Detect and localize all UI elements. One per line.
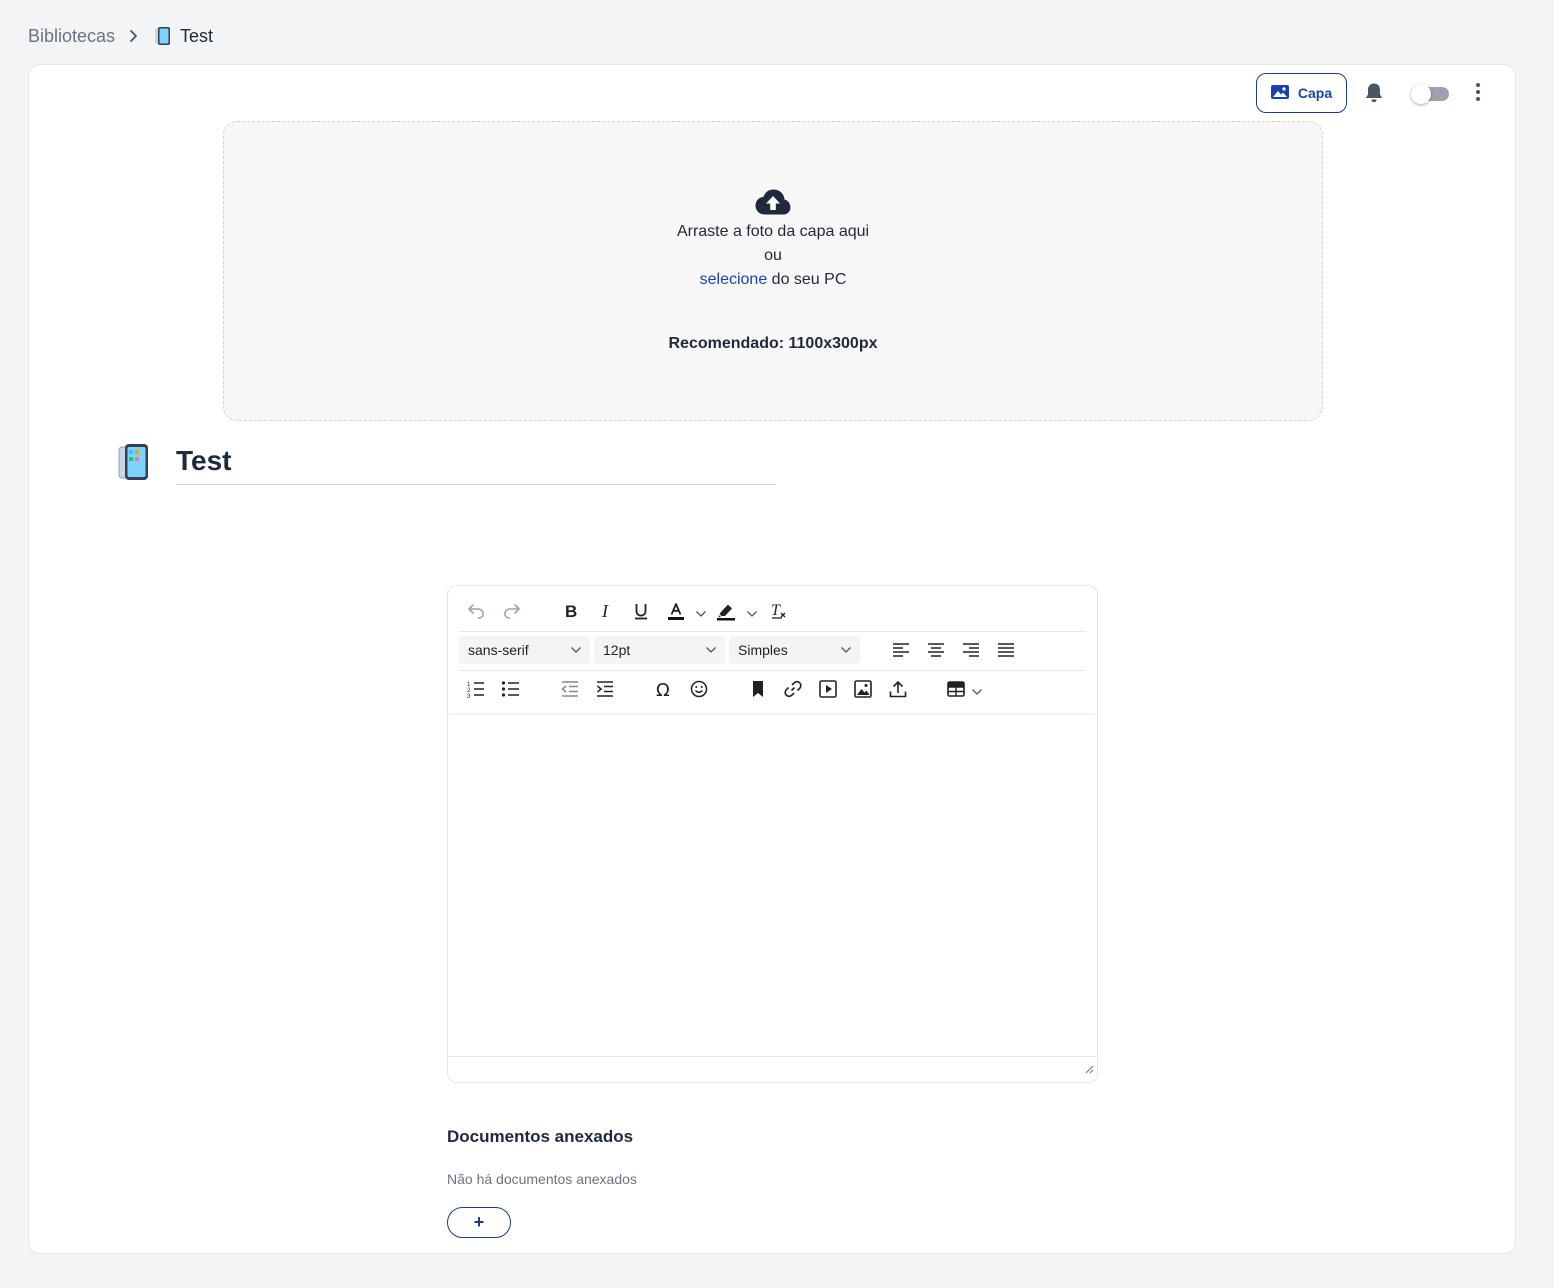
toggle-knob bbox=[1411, 84, 1431, 104]
dropzone-instruction: Arraste a foto da capa aqui bbox=[676, 223, 870, 240]
mobile-phone-icon[interactable] bbox=[117, 443, 151, 486]
breadcrumb: Bibliotecas Test bbox=[28, 24, 213, 48]
toolbar-row-2: sans-serif 12pt Simples bbox=[459, 631, 1086, 670]
indent-icon[interactable] bbox=[591, 675, 619, 703]
emoji-icon[interactable] bbox=[685, 675, 713, 703]
svg-text:I: I bbox=[601, 601, 609, 621]
bullet-list-icon[interactable] bbox=[497, 675, 525, 703]
highlight-color-icon[interactable] bbox=[712, 597, 740, 625]
font-family-value: sans-serif bbox=[468, 642, 529, 658]
dropzone-select-rest: do seu PC bbox=[767, 271, 847, 288]
breadcrumb-bibliotecas-link[interactable]: Bibliotecas bbox=[28, 26, 115, 47]
chevron-down-icon[interactable] bbox=[695, 605, 707, 623]
add-attachment-button[interactable]: + bbox=[447, 1207, 511, 1238]
font-size-value: 12pt bbox=[603, 642, 631, 658]
breadcrumb-current: Test bbox=[180, 25, 214, 46]
italic-icon[interactable]: I bbox=[592, 597, 620, 625]
line-spacing-value: Simples bbox=[738, 642, 788, 658]
redo-icon[interactable] bbox=[498, 597, 526, 625]
page-title-input[interactable] bbox=[176, 439, 776, 477]
image-icon[interactable] bbox=[849, 675, 877, 703]
editor-toolbar: B I T sans-serif 12pt Simples 1 2 3 Ω bbox=[448, 586, 1097, 713]
outdent-icon[interactable] bbox=[556, 675, 584, 703]
toggle-switch[interactable] bbox=[1411, 82, 1449, 104]
bold-icon[interactable]: B bbox=[557, 597, 585, 625]
dropzone-recommended: Recomendado: 1100x300px bbox=[668, 335, 878, 352]
cover-button[interactable]: Capa bbox=[1256, 73, 1347, 113]
cover-button-label: Capa bbox=[1297, 85, 1333, 101]
attachments-title: Documentos anexados bbox=[447, 1127, 634, 1146]
media-icon[interactable] bbox=[814, 675, 842, 703]
chevron-down-icon bbox=[570, 643, 582, 660]
align-left-icon[interactable] bbox=[887, 636, 915, 664]
numbered-list-icon[interactable]: 123 bbox=[462, 675, 490, 703]
text-color-icon[interactable] bbox=[662, 597, 690, 625]
svg-text:Ω: Ω bbox=[656, 680, 670, 699]
align-right-icon[interactable] bbox=[957, 636, 985, 664]
toolbar-row-1: B I T bbox=[459, 591, 1086, 629]
mobile-phone-icon bbox=[154, 26, 172, 46]
resize-handle-icon[interactable] bbox=[1084, 1061, 1094, 1079]
image-icon bbox=[1270, 84, 1289, 102]
attachments-empty-text: Não há documentos anexados bbox=[447, 1171, 637, 1187]
upload-icon[interactable] bbox=[884, 675, 912, 703]
cloud-upload-icon bbox=[754, 188, 792, 221]
bell-icon[interactable] bbox=[1364, 82, 1384, 109]
font-size-select[interactable]: 12pt bbox=[594, 636, 725, 664]
table-icon[interactable] bbox=[942, 675, 970, 703]
dropzone-select-line: selecione do seu PC bbox=[224, 271, 1322, 289]
chevron-down-icon[interactable] bbox=[746, 605, 758, 623]
rich-text-editor: B I T sans-serif 12pt Simples 1 2 3 Ω bbox=[447, 585, 1098, 1083]
chevron-right-icon bbox=[129, 29, 139, 43]
line-spacing-select[interactable]: Simples bbox=[729, 636, 860, 664]
editor-content-area[interactable] bbox=[448, 713, 1097, 1057]
align-justify-icon[interactable] bbox=[992, 636, 1020, 664]
svg-text:T: T bbox=[771, 602, 781, 619]
underline-icon[interactable] bbox=[627, 597, 655, 625]
page-card: Capa Arraste a foto da capa aqui ou sele… bbox=[28, 64, 1516, 1254]
vertical-ellipsis-icon[interactable] bbox=[1471, 82, 1485, 107]
undo-icon[interactable] bbox=[462, 597, 490, 625]
link-icon[interactable] bbox=[779, 675, 807, 703]
chevron-down-icon[interactable] bbox=[971, 683, 983, 701]
dropzone-or: ou bbox=[764, 247, 782, 264]
bookmark-icon[interactable] bbox=[744, 675, 772, 703]
editor-statusbar bbox=[448, 1056, 1097, 1082]
svg-text:B: B bbox=[565, 602, 577, 621]
svg-text:3: 3 bbox=[467, 694, 471, 699]
chevron-down-icon bbox=[705, 643, 717, 660]
align-center-icon[interactable] bbox=[922, 636, 950, 664]
font-family-select[interactable]: sans-serif bbox=[459, 636, 590, 664]
chevron-down-icon bbox=[840, 643, 852, 660]
cover-dropzone[interactable]: Arraste a foto da capa aqui ou selecione… bbox=[223, 121, 1323, 421]
toolbar-row-3: 123 Ω bbox=[459, 670, 1086, 709]
page-title-field[interactable] bbox=[176, 439, 776, 485]
special-character-icon[interactable]: Ω bbox=[650, 675, 678, 703]
select-file-link[interactable]: selecione bbox=[700, 271, 768, 288]
clear-formatting-icon[interactable]: T bbox=[764, 597, 792, 625]
